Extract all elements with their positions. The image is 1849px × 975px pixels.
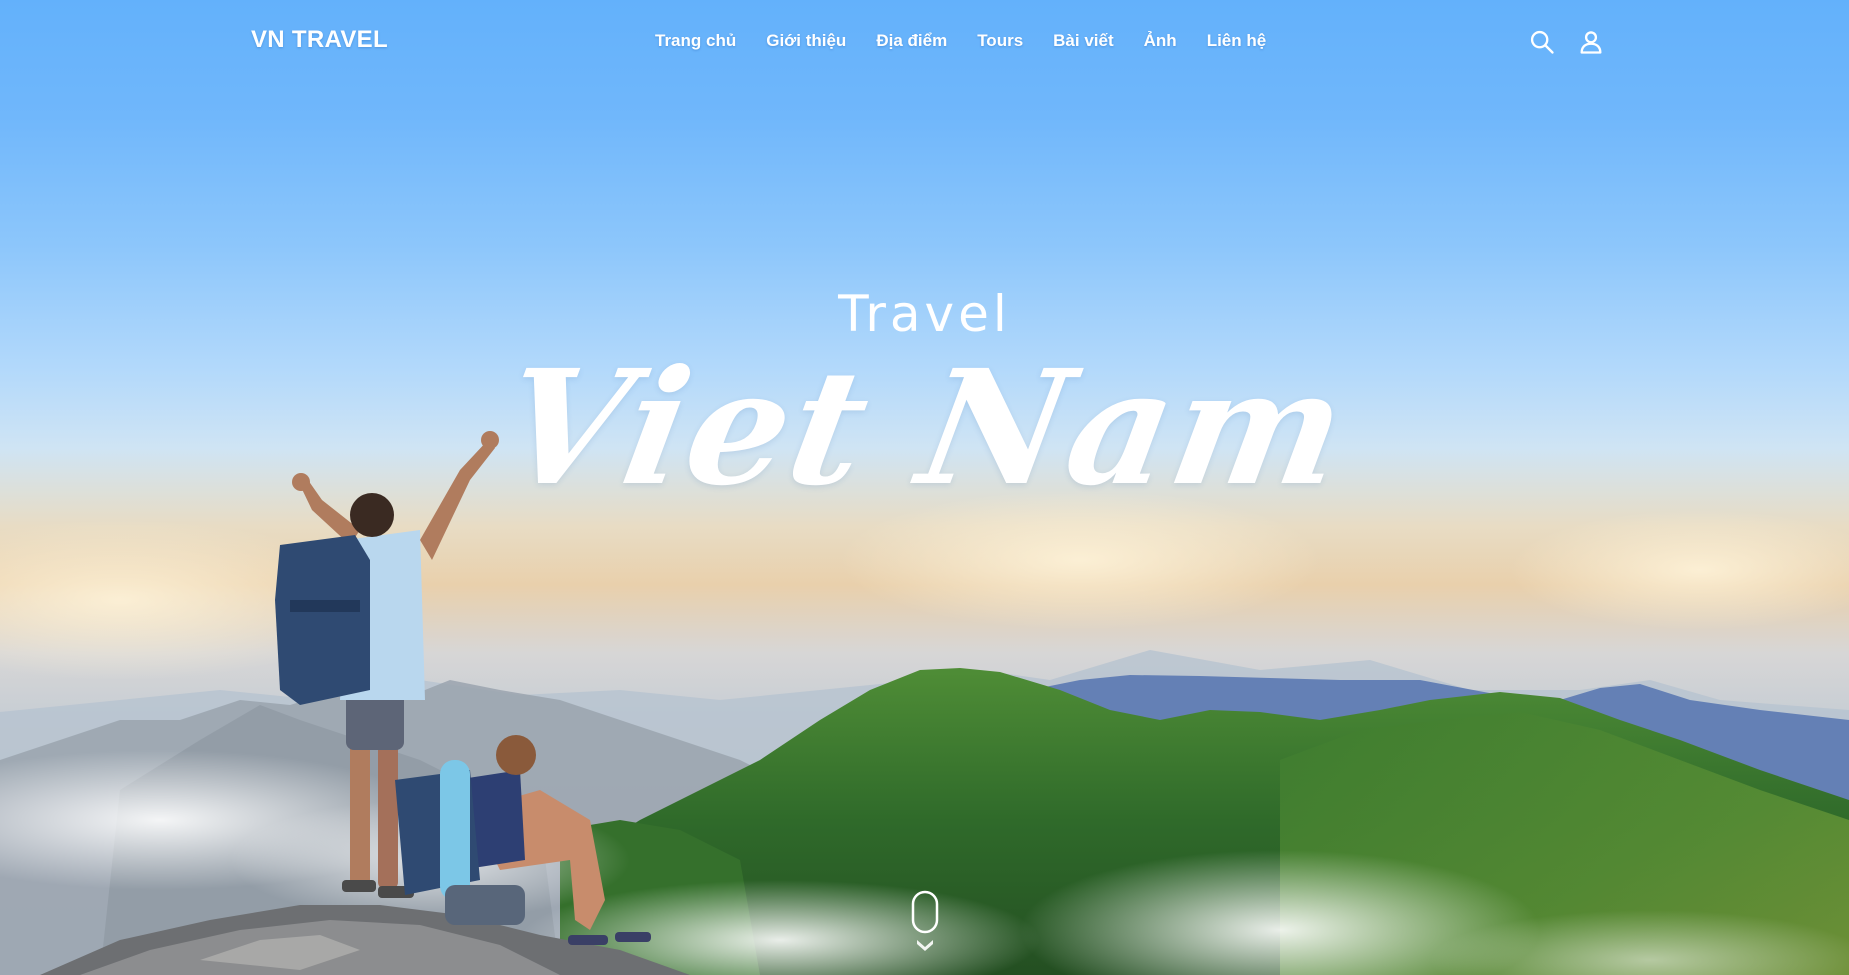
nav-item-lien-he[interactable]: Liên hệ: [1207, 31, 1267, 51]
search-icon: [1530, 30, 1554, 54]
nav-item-gioi-thieu[interactable]: Giới thiệu: [766, 31, 846, 51]
nav-item-dia-diem[interactable]: Địa điểm: [876, 31, 947, 51]
nav-item-anh[interactable]: Ảnh: [1144, 31, 1177, 51]
logo[interactable]: VN TRAVEL: [251, 26, 388, 54]
scroll-down-indicator[interactable]: [911, 890, 939, 954]
hero-title: Viet Nam: [489, 336, 1361, 521]
main-nav: Trang chủ Giới thiệu Địa điểm Tours Bài …: [655, 31, 1296, 51]
nav-item-trang-chu[interactable]: Trang chủ: [655, 31, 736, 51]
nav-item-tours[interactable]: Tours: [977, 31, 1023, 51]
nav-item-bai-viet[interactable]: Bài viết: [1053, 31, 1113, 51]
account-button[interactable]: [1577, 28, 1605, 56]
search-button[interactable]: [1528, 28, 1556, 56]
hero-subtitle: Travel: [838, 285, 1011, 343]
mouse-scroll-icon: [911, 890, 939, 951]
site-header: VN TRAVEL Trang chủ Giới thiệu Địa điểm …: [0, 0, 1849, 86]
user-icon: [1580, 31, 1602, 54]
